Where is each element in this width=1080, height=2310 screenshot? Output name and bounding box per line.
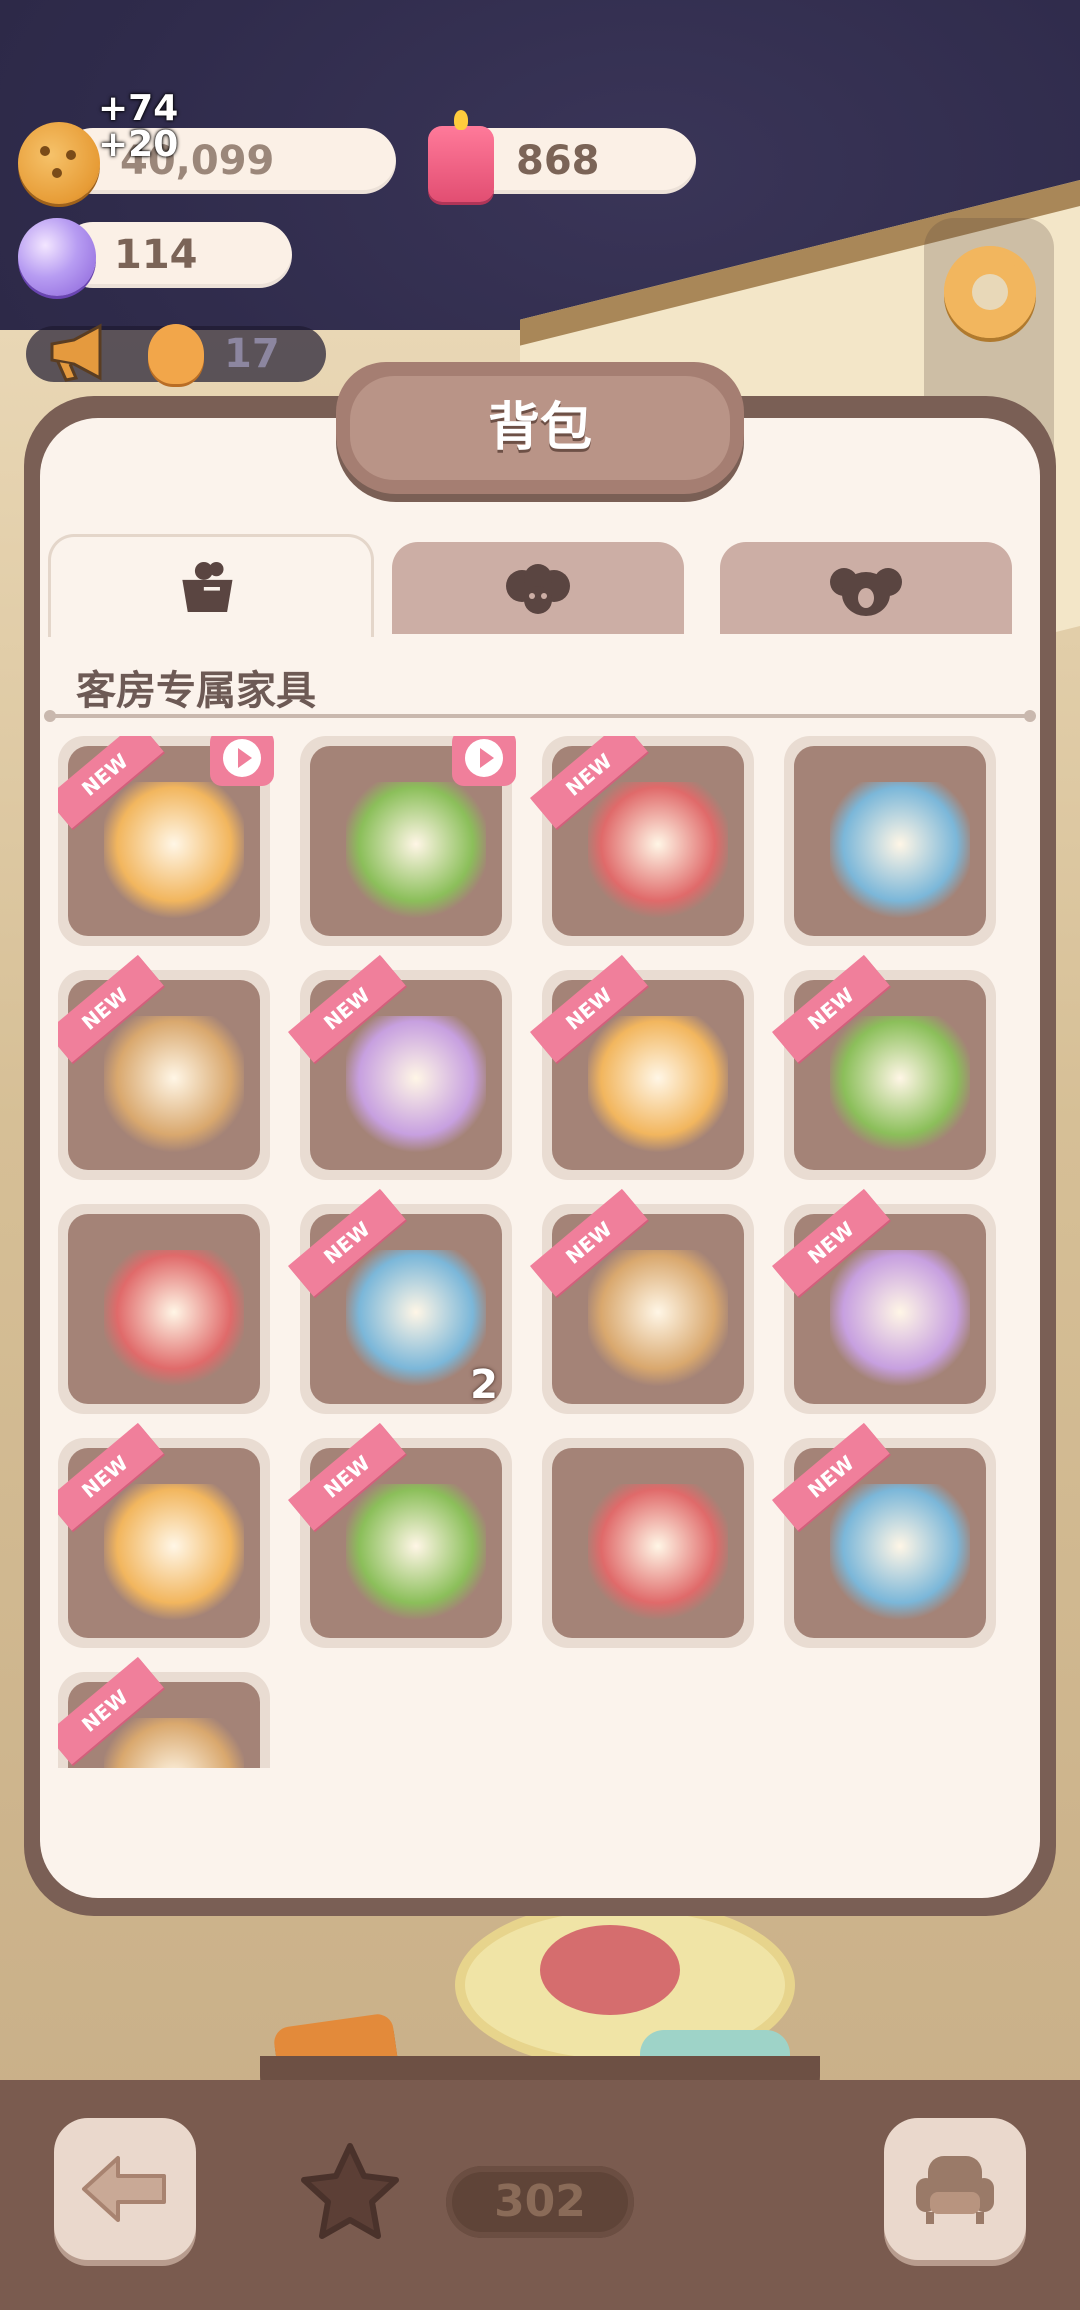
inventory-slot[interactable]: NEW [58, 954, 270, 1180]
bonsai-icon [346, 1016, 486, 1154]
armchair-icon [916, 2156, 994, 2224]
cat-planter-icon [104, 1250, 244, 1388]
inventory-slot[interactable]: NEW [772, 1188, 996, 1414]
inventory-slot-frame [68, 1214, 260, 1404]
inventory-slot[interactable] [300, 736, 516, 946]
rainbow-icon [104, 1718, 244, 1768]
gear-icon[interactable] [944, 246, 1036, 338]
shiba-cushion-icon [346, 1250, 486, 1388]
candle-amount: 868 [516, 138, 600, 184]
back-button[interactable] [54, 2118, 196, 2260]
furniture-button[interactable] [884, 2118, 1026, 2260]
inventory-slot[interactable]: NEW [288, 1422, 512, 1648]
inventory-slot-frame [794, 746, 986, 936]
wall-lamp-icon [588, 1484, 728, 1622]
section-title: 客房专属家具 [76, 668, 316, 714]
heart-rug-decor [540, 1925, 680, 2015]
back-arrow-icon [82, 2156, 166, 2222]
inventory-slot-frame [552, 1448, 744, 1638]
video-play-icon[interactable] [210, 736, 274, 786]
inventory-slot[interactable]: NEW [530, 1188, 754, 1414]
gem-amount: 114 [114, 232, 198, 278]
star-rating-icon [301, 2143, 399, 2239]
megaphone-icon [50, 323, 102, 382]
inventory-slot[interactable]: NEW [58, 736, 274, 946]
mirror-icon [830, 1016, 970, 1154]
inventory-slot[interactable] [784, 736, 996, 946]
sheep-rug-icon [588, 1250, 728, 1388]
inventory-slot[interactable]: NEW 2 [288, 1188, 512, 1414]
panel-footer [40, 1790, 1040, 1894]
inventory-slot[interactable]: NEW [58, 1422, 270, 1648]
toy-pile-icon [588, 782, 728, 920]
tab-dogs[interactable] [392, 542, 684, 634]
inventory-slot[interactable]: NEW [58, 1656, 270, 1768]
tab-guests[interactable] [720, 542, 1012, 634]
item-count: 2 [470, 1362, 498, 1408]
garland-icon [830, 1250, 970, 1388]
inventory-slot[interactable]: NEW [530, 736, 754, 946]
inventory-slot[interactable]: NEW [530, 954, 754, 1180]
section-divider [44, 710, 1036, 722]
teepee-icon [346, 1484, 486, 1622]
chick-icon [148, 324, 204, 384]
coin-gain-text-1: +74 [98, 88, 179, 129]
inventory-slot[interactable]: NEW [772, 954, 996, 1180]
floor-mat-icon [830, 1484, 970, 1622]
bouncy-castle-icon [346, 782, 486, 920]
panel-title: 背包 [350, 376, 730, 480]
swing-icon [830, 782, 970, 920]
inventory-slot[interactable]: NEW [772, 1422, 996, 1648]
hopscotch-icon [104, 782, 244, 920]
poodle-icon [506, 564, 570, 614]
box-furniture-icon [182, 561, 233, 613]
item-grid: NEW NEW NEW NEW NEW NEW NEW 2 NEW NEW NEW NEW NEW NEW [58, 736, 1022, 1768]
easel-icon [104, 1016, 244, 1154]
koala-icon [830, 568, 902, 616]
inventory-slot[interactable] [58, 1204, 270, 1414]
cookie-coin-icon [18, 122, 100, 204]
notice-count: 17 [224, 331, 280, 377]
cuckoo-clock-icon [588, 1016, 728, 1154]
level-counter: 302 [446, 2166, 634, 2238]
video-play-icon[interactable] [452, 736, 516, 786]
calendar-icon [104, 1484, 244, 1622]
tab-furniture[interactable] [48, 534, 374, 637]
candle-icon [428, 110, 494, 202]
coin-gain-text-2: +20 [98, 124, 179, 165]
inventory-slot[interactable]: NEW [288, 954, 512, 1180]
inventory-slot[interactable] [542, 1438, 754, 1648]
candy-gem-icon [18, 218, 96, 296]
